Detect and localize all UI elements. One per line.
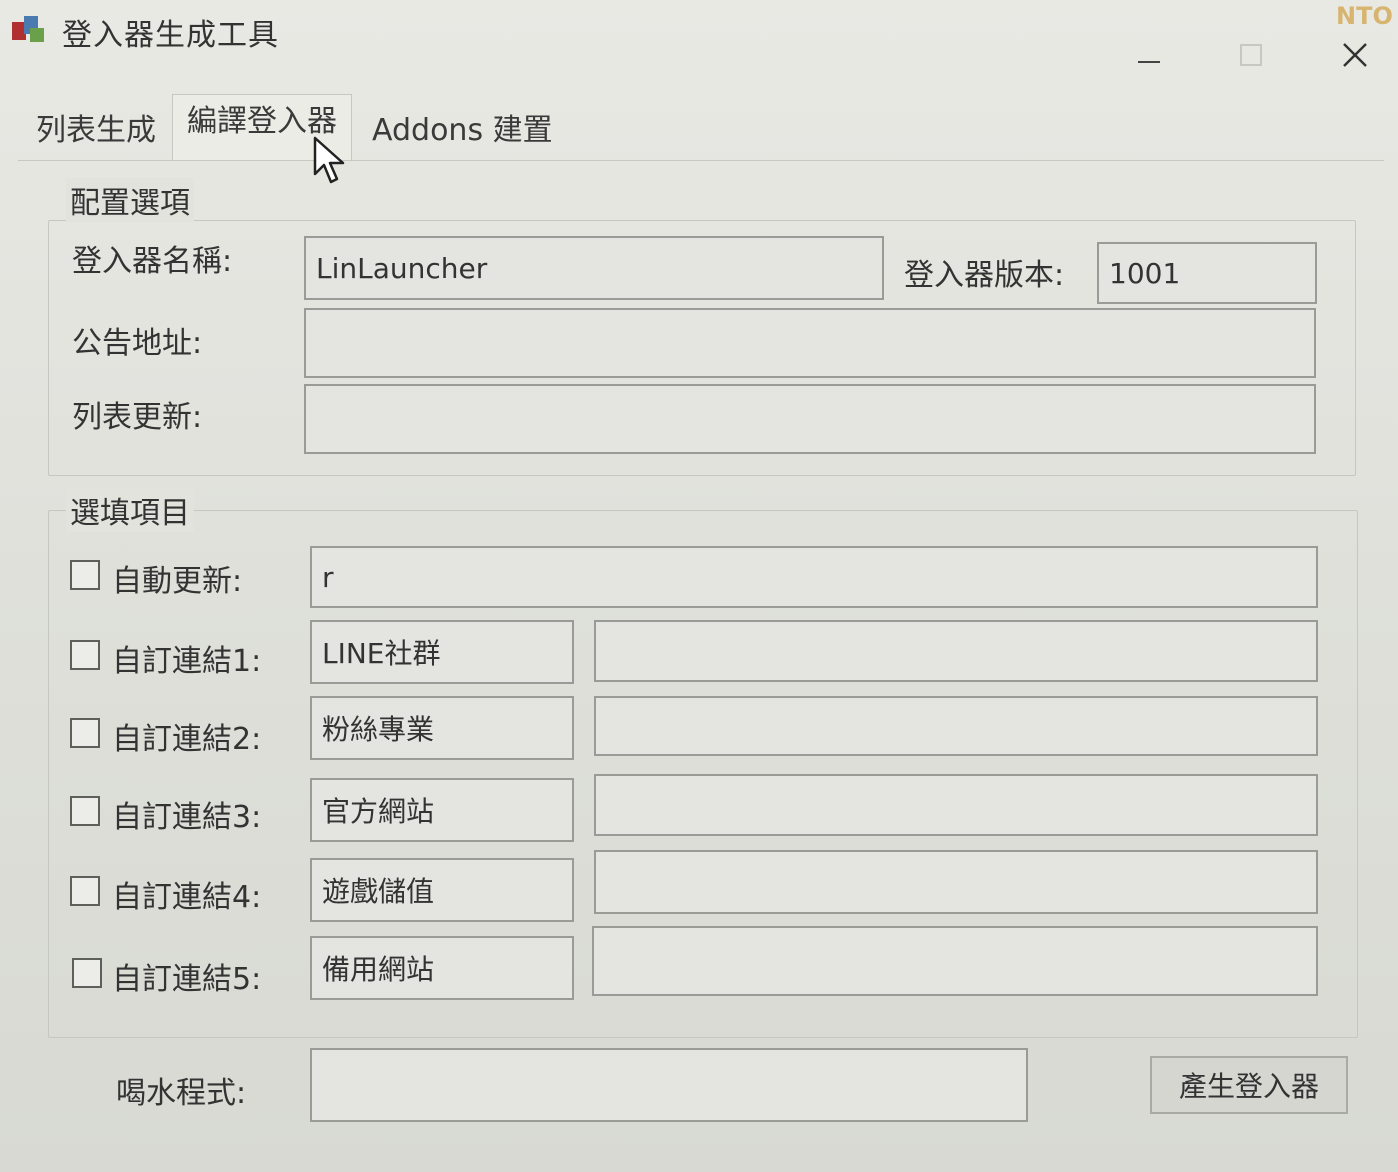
drink-program-input[interactable] [310, 1048, 1028, 1122]
custom-link-3-name-input[interactable] [310, 778, 574, 842]
custom-link-5-name-input[interactable] [310, 936, 574, 1000]
list-update-label: 列表更新: [72, 400, 203, 435]
custom-link-4-name-input[interactable] [310, 858, 574, 922]
custom-link-3-label: 自訂連結3: [112, 800, 262, 835]
custom-link-1-label: 自訂連結1: [112, 644, 262, 679]
app-icon [12, 16, 44, 42]
list-update-input[interactable] [304, 384, 1316, 454]
custom-link-4-checkbox[interactable] [70, 876, 100, 906]
corner-tag: NTO [1336, 2, 1393, 30]
custom-link-3-url-input[interactable] [594, 774, 1318, 836]
custom-link-3-checkbox[interactable] [70, 796, 100, 826]
custom-link-5-checkbox[interactable] [72, 958, 102, 988]
tab-addons-build[interactable]: Addons 建置 [358, 100, 567, 158]
custom-link-4-url-input[interactable] [594, 850, 1318, 914]
window-title: 登入器生成工具 [62, 18, 279, 53]
custom-link-4-label: 自訂連結4: [112, 880, 262, 915]
tab-list-generate[interactable]: 列表生成 [22, 100, 170, 158]
custom-link-1-name-input[interactable] [310, 620, 574, 684]
optional-group-title: 選填項目 [66, 488, 194, 532]
custom-link-2-checkbox[interactable] [70, 718, 100, 748]
launcher-name-input[interactable] [304, 236, 884, 300]
auto-update-label: 自動更新: [112, 564, 243, 599]
config-group-title: 配置選項 [66, 178, 194, 222]
notice-url-label: 公告地址: [72, 326, 203, 361]
auto-update-input[interactable] [310, 546, 1318, 608]
launcher-version-label: 登入器版本: [904, 258, 1065, 293]
notice-url-input[interactable] [304, 308, 1316, 378]
close-icon [1343, 43, 1367, 67]
title-bar[interactable]: 登入器生成工具 NTO [0, 0, 1398, 96]
custom-link-1-checkbox[interactable] [70, 640, 100, 670]
custom-link-5-url-input[interactable] [592, 926, 1318, 996]
custom-link-2-name-input[interactable] [310, 696, 574, 760]
maximize-button[interactable] [1226, 30, 1276, 80]
generate-launcher-button[interactable]: 產生登入器 [1150, 1056, 1348, 1114]
minimize-button[interactable] [1124, 30, 1174, 80]
close-button[interactable] [1330, 30, 1380, 80]
launcher-version-input[interactable] [1097, 242, 1317, 304]
custom-link-2-label: 自訂連結2: [112, 722, 262, 757]
custom-link-1-url-input[interactable] [594, 620, 1318, 682]
launcher-generator-window: 登入器生成工具 NTO 列表生成 編譯登入器 Addons 建置 配置選項 登入… [0, 0, 1398, 1172]
custom-link-5-label: 自訂連結5: [112, 962, 262, 997]
custom-link-2-url-input[interactable] [594, 696, 1318, 756]
auto-update-checkbox[interactable] [70, 560, 100, 590]
mouse-cursor-icon [313, 136, 345, 184]
drink-program-label: 喝水程式: [116, 1076, 247, 1111]
launcher-name-label: 登入器名稱: [72, 244, 233, 279]
maximize-icon [1240, 44, 1262, 66]
minimize-icon [1138, 61, 1160, 63]
